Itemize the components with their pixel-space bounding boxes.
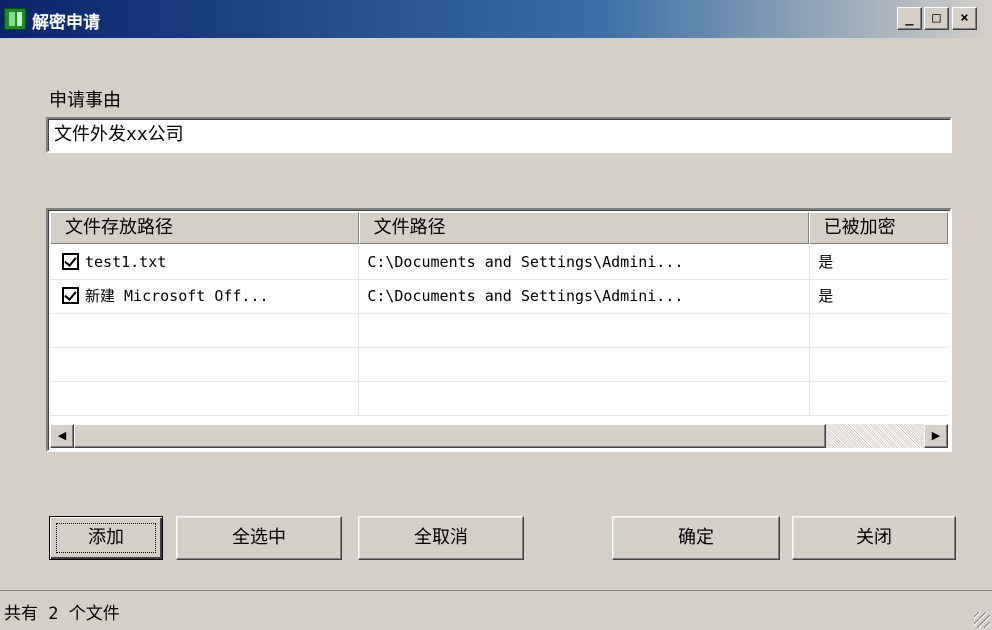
table-row[interactable]: test1.txt C:\Documents and Settings\Admin… bbox=[50, 246, 948, 280]
cell-encrypted bbox=[810, 382, 948, 415]
cell-file-path: C:\Documents and Settings\Admini... bbox=[359, 280, 811, 313]
scroll-left-icon[interactable]: ◀ bbox=[50, 424, 74, 448]
row-checkbox[interactable] bbox=[62, 253, 79, 270]
table-row[interactable] bbox=[50, 382, 948, 416]
select-all-button[interactable]: 全选中 bbox=[176, 516, 342, 560]
add-button[interactable]: 添加 bbox=[49, 516, 163, 560]
maximize-button[interactable]: □ bbox=[924, 7, 949, 30]
status-text: 共有 2 个文件 bbox=[4, 604, 120, 624]
table-row[interactable] bbox=[50, 314, 948, 348]
cell-file-path: C:\Documents and Settings\Admini... bbox=[359, 246, 811, 279]
cell-encrypted bbox=[810, 348, 948, 381]
table-row[interactable] bbox=[50, 348, 948, 382]
horizontal-scrollbar[interactable]: ◀ ▶ bbox=[50, 424, 948, 448]
scroll-right-icon[interactable]: ▶ bbox=[924, 424, 948, 448]
scroll-track[interactable] bbox=[826, 424, 924, 448]
cell-storage-path[interactable] bbox=[50, 314, 360, 347]
cell-storage-path[interactable]: 新建 Microsoft Off... bbox=[50, 280, 360, 313]
status-bar: 共有 2 个文件 bbox=[0, 590, 992, 630]
app-icon bbox=[4, 8, 26, 30]
list-rows: test1.txt C:\Documents and Settings\Admin… bbox=[50, 246, 948, 416]
resize-grip-icon[interactable] bbox=[974, 612, 990, 628]
table-row[interactable]: 新建 Microsoft Off... C:\Documents and Sett… bbox=[50, 280, 948, 314]
cell-encrypted bbox=[810, 314, 948, 347]
window-title: 解密申请 bbox=[32, 13, 100, 33]
cell-encrypted: 是 bbox=[818, 253, 834, 271]
row-checkbox[interactable] bbox=[62, 287, 79, 304]
close-window-button[interactable]: × bbox=[952, 7, 977, 30]
title-bar[interactable]: 解密申请 _ □ × bbox=[0, 0, 992, 38]
cell-storage-path[interactable] bbox=[50, 348, 360, 381]
unselect-all-button[interactable]: 全取消 bbox=[358, 516, 524, 560]
cell-storage-path[interactable]: test1.txt bbox=[50, 246, 360, 279]
cell-file-path bbox=[359, 314, 811, 347]
reason-input[interactable]: 文件外发xx公司 bbox=[46, 117, 952, 153]
cell-storage-path[interactable] bbox=[50, 382, 360, 415]
close-button[interactable]: 关闭 bbox=[792, 516, 956, 560]
add-button-label: 添加 bbox=[56, 523, 156, 553]
minimize-button[interactable]: _ bbox=[897, 7, 922, 30]
cell-encrypted: 是 bbox=[818, 287, 834, 305]
file-name: test1.txt bbox=[85, 253, 167, 271]
reason-label: 申请事由 bbox=[49, 90, 121, 111]
list-header: 文件存放路径 文件路径 已被加密 bbox=[50, 212, 948, 244]
cell-file-path bbox=[359, 382, 811, 415]
column-header-encrypted[interactable]: 已被加密 bbox=[808, 212, 948, 244]
ok-button[interactable]: 确定 bbox=[612, 516, 780, 560]
scroll-thumb[interactable] bbox=[74, 424, 826, 448]
column-header-file-path[interactable]: 文件路径 bbox=[358, 212, 809, 244]
cell-file-path bbox=[359, 348, 811, 381]
column-header-storage-path[interactable]: 文件存放路径 bbox=[50, 212, 359, 244]
file-list[interactable]: 文件存放路径 文件路径 已被加密 test1.txt C:\Documents a… bbox=[46, 208, 952, 452]
file-name: 新建 Microsoft Off... bbox=[85, 287, 269, 305]
